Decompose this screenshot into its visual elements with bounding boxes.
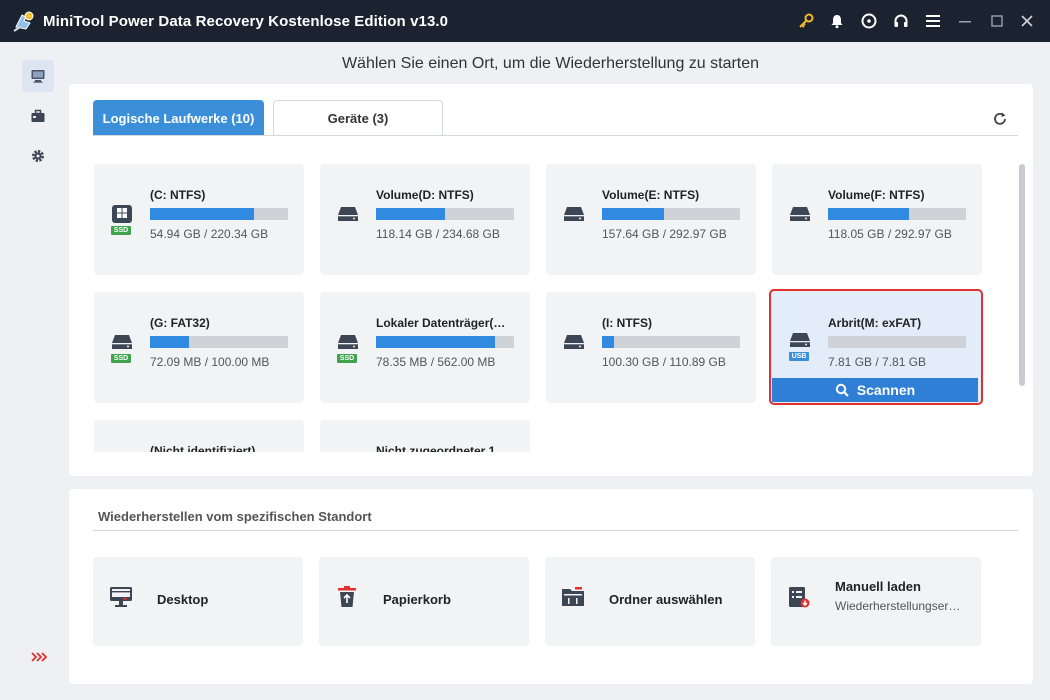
drive-name: Nicht zugeordneter 1 [376,444,496,452]
drive-card[interactable]: (I: NTFS) 100.30 GB / 110.89 GB [546,292,756,403]
drive-size: 7.81 GB / 7.81 GB [828,355,927,369]
specific-location-panel: Wiederherstellen vom spezifischen Stando… [69,489,1033,684]
recycle-bin-icon [338,586,356,607]
ssd-badge: SSD [111,354,131,363]
usb-drive-icon [790,333,810,347]
drive-card[interactable]: SSD (G: FAT32) 72.09 MB / 100.00 MB [94,292,304,403]
section-divider [93,530,1018,531]
location-folder[interactable]: Ordner auswählen [545,557,755,646]
tab-devices[interactable]: Geräte (3) [273,100,443,136]
drive-card[interactable]: (Nicht identifiziert) [94,420,304,452]
location-label: Ordner auswählen [609,592,723,607]
drive-name: (G: FAT32) [150,316,210,330]
drive-card-selected[interactable]: USB Arbrit(M: exFAT) 7.81 GB / 7.81 GB S… [769,289,983,405]
drive-size: 100.30 GB / 110.89 GB [602,355,726,369]
bell-icon[interactable] [827,11,847,31]
close-icon[interactable] [1017,11,1037,31]
location-label: Manuell laden [835,579,921,594]
location-manual-load[interactable]: Manuell laden Wiederherstellungser… [771,557,981,646]
ssd-badge: SSD [337,354,357,363]
section-title: Wiederherstellen vom spezifischen Stando… [98,509,372,524]
location-label: Desktop [157,592,209,607]
folder-icon [562,587,584,606]
this-pc-button[interactable] [22,60,54,92]
this-pc-icon [31,70,45,83]
drive-name: Volume(D: NTFS) [376,188,474,202]
drive-card[interactable]: SSD Lokaler Datenträger(… 78.35 MB / 562… [320,292,530,403]
usage-bar [376,208,514,220]
tab-divider [93,135,1018,136]
usage-bar [150,336,288,348]
drive-name: (C: NTFS) [150,188,206,202]
headphones-icon[interactable] [891,11,911,31]
windows-drive-icon [112,205,132,223]
drive-name: Volume(E: NTFS) [602,188,700,202]
drive-list: SSD (C: NTFS) 54.94 GB / 220.34 GB Volum… [69,156,1033,452]
usage-bar [602,208,740,220]
app-title: MiniTool Power Data Recovery Kostenlose … [43,13,449,30]
drive-size: 54.94 GB / 220.34 GB [150,227,269,241]
drive-name: Arbrit(M: exFAT) [828,316,922,330]
usage-bar [376,336,514,348]
usage-bar [150,208,288,220]
toolbox-icon [31,109,45,122]
drives-panel: Logische Laufwerke (10) Geräte (3) SSD (… [69,84,1033,476]
drive-size: 118.05 GB / 292.97 GB [828,227,952,241]
settings-button[interactable] [22,140,54,172]
location-recycle-bin[interactable]: Papierkorb [319,557,529,646]
load-file-icon [789,587,810,608]
search-icon [835,383,849,397]
scan-label: Scannen [856,382,916,398]
maximize-icon[interactable] [987,11,1007,31]
app-logo-icon [13,11,34,32]
minimize-icon[interactable] [955,11,975,31]
drive-name: Lokaler Datenträger(… [376,316,506,330]
location-sublabel: Wiederherstellungser… [835,599,961,613]
usb-badge: USB [789,352,809,361]
location-desktop[interactable]: Desktop [93,557,303,646]
toolbox-button[interactable] [22,100,54,132]
drive-list-scrollbar[interactable] [1019,164,1025,386]
drive-card[interactable]: SSD (C: NTFS) 54.94 GB / 220.34 GB [94,164,304,275]
scan-button[interactable]: Scannen [772,378,978,402]
drive-name: (Nicht identifiziert) [150,444,256,452]
expand-sidebar-button[interactable] [30,650,48,664]
left-sidebar [0,42,68,700]
desktop-icon [110,587,132,607]
drive-size: 157.64 GB / 292.97 GB [602,227,727,241]
menu-icon[interactable] [923,11,943,31]
ssd-badge: SSD [111,226,131,235]
drive-icon [338,207,358,221]
drive-size: 78.35 MB / 562.00 MB [376,355,496,369]
location-label: Papierkorb [383,592,451,607]
drive-icon [338,335,358,349]
drive-card[interactable]: Volume(F: NTFS) 118.05 GB / 292.97 GB [772,164,982,275]
drive-size: 72.09 MB / 100.00 MB [150,355,270,369]
title-bar: MiniTool Power Data Recovery Kostenlose … [0,0,1050,42]
tab-logical-drives[interactable]: Logische Laufwerke (10) [93,100,264,136]
drive-name: (I: NTFS) [602,316,652,330]
refresh-button[interactable] [989,108,1011,130]
drive-icon [564,207,584,221]
page-heading: Wählen Sie einen Ort, um die Wiederherst… [341,55,760,72]
drive-card[interactable]: Nicht zugeordneter 1 [320,420,530,452]
usage-bar [828,208,966,220]
drive-card[interactable]: Volume(D: NTFS) 118.14 GB / 234.68 GB [320,164,530,275]
usage-bar [828,336,966,348]
key-icon[interactable] [796,11,816,31]
drive-icon [564,335,584,349]
drive-name: Volume(F: NTFS) [828,188,925,202]
usage-bar [602,336,740,348]
settings-icon [32,150,44,162]
disc-icon[interactable] [859,11,879,31]
refresh-icon [994,112,1006,125]
drive-icon [790,207,810,221]
double-chevron-right-icon [31,652,48,662]
drive-size: 118.14 GB / 234.68 GB [376,227,500,241]
drive-icon [112,335,132,349]
drive-card[interactable]: Volume(E: NTFS) 157.64 GB / 292.97 GB [546,164,756,275]
